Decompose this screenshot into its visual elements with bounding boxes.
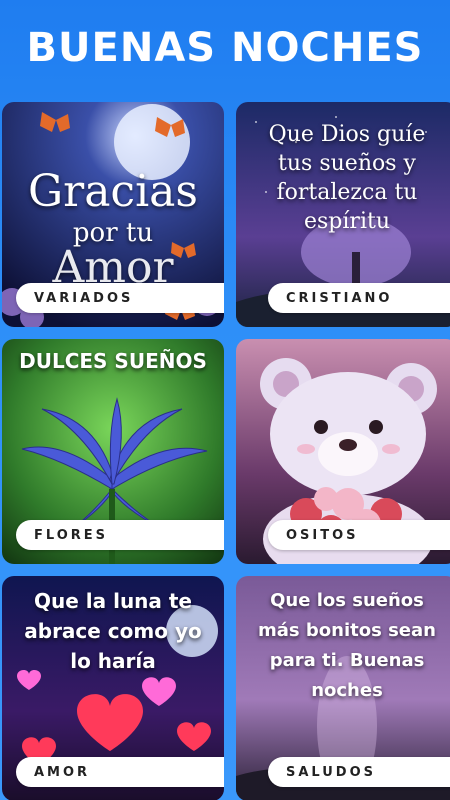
card-art-text: Que la luna te abrace como yo lo haría [24, 589, 202, 673]
category-card-amor[interactable]: Que la luna te abrace como yo lo haría A… [2, 576, 224, 800]
category-card-variados[interactable]: Gracias por tu Amor VARIADOS [2, 102, 224, 327]
category-card-ositos[interactable]: OSITOS [236, 339, 450, 564]
page-title: BUENAS NOCHES [26, 24, 424, 71]
category-label-ositos: OSITOS [268, 520, 450, 550]
category-label-flores: FLORES [16, 520, 224, 550]
app-header: BUENAS NOCHES [0, 0, 450, 95]
category-label-cristiano: CRISTIANO [268, 283, 450, 313]
card-art-text: DULCES SUEÑOS [19, 349, 207, 373]
category-label-variados: VARIADOS [16, 283, 224, 313]
category-label-amor: AMOR [16, 757, 224, 787]
category-card-flores[interactable]: DULCES SUEÑOS FLORES [2, 339, 224, 564]
category-card-cristiano[interactable]: Que Dios guíe tus sueños y fortalezca tu… [236, 102, 450, 327]
category-label-saludos: SALUDOS [268, 757, 450, 787]
card-art-text: Que Dios guíe tus sueños y fortalezca tu… [268, 122, 426, 234]
category-card-saludos[interactable]: Que los sueños más bonitos sean para ti.… [236, 576, 450, 800]
card-art-text: Gracias [28, 166, 198, 217]
card-art-text: Que los sueños más bonitos sean para ti.… [258, 590, 436, 701]
